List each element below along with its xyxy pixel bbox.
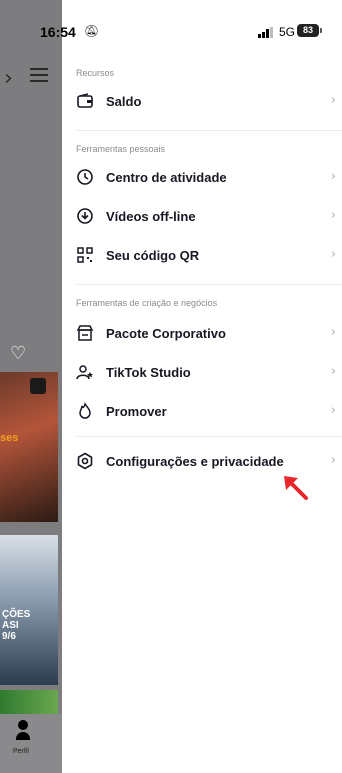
tab-profile[interactable]: Perfil bbox=[0, 714, 62, 773]
section-title-ferramentas-criacao: Ferramentas de criação e negócios bbox=[76, 298, 218, 308]
network-type: 5G bbox=[279, 25, 296, 39]
menu-item-tiktok-studio[interactable]: TikTok Studio › bbox=[62, 355, 342, 391]
menu-item-label: Promover bbox=[106, 404, 167, 419]
menu-item-saldo[interactable]: Saldo › bbox=[62, 84, 342, 120]
battery-icon: 83 bbox=[297, 24, 319, 37]
menu-item-label: Saldo bbox=[106, 94, 142, 109]
video-thumbnail[interactable]: ÇÕES ASI 9/6 bbox=[0, 535, 58, 685]
menu-item-videos-off-line[interactable]: Vídeos off-line › bbox=[62, 199, 342, 235]
menu-item-label: Configurações e privacidade bbox=[106, 454, 284, 469]
section-title-recursos: Recursos bbox=[76, 68, 115, 78]
chevron-right-icon: › bbox=[330, 93, 336, 108]
annotation-arrow-icon bbox=[284, 476, 308, 500]
menu-item-label: TikTok Studio bbox=[106, 365, 191, 380]
flame-icon bbox=[79, 402, 91, 419]
shopping-bag-icon bbox=[30, 378, 46, 394]
menu-item-centro-de-atividade[interactable]: Centro de atividade › bbox=[62, 160, 342, 196]
menu-item-label: Vídeos off-line bbox=[106, 209, 196, 224]
download-icon bbox=[77, 208, 93, 224]
chevron-right-icon: › bbox=[330, 403, 336, 418]
divider bbox=[76, 130, 342, 131]
menu-item-label: Pacote Corporativo bbox=[106, 326, 226, 341]
qr-code-icon bbox=[77, 247, 93, 263]
person-star-icon bbox=[76, 365, 93, 380]
menu-item-pacote-corporativo[interactable]: Pacote Corporativo › bbox=[62, 316, 342, 352]
chevron-right-icon: › bbox=[330, 208, 336, 223]
chevron-right-icon: › bbox=[330, 453, 336, 468]
section-title-ferramentas-pessoais: Ferramentas pessoais bbox=[76, 144, 166, 154]
status-time: 16:54 bbox=[40, 24, 76, 40]
silent-icon: 🔕︎ bbox=[84, 24, 100, 38]
menu-icon[interactable] bbox=[30, 68, 48, 82]
chevron-right-icon: › bbox=[330, 325, 336, 340]
chevron-right-icon: › bbox=[330, 247, 336, 262]
video-thumbnail[interactable] bbox=[0, 690, 58, 714]
background-content: › ♡ ses ÇÕES ASI 9/6 Perfil bbox=[0, 0, 62, 773]
video-thumbnail[interactable]: ses bbox=[0, 372, 58, 522]
thumbnail-text: ÇÕES ASI 9/6 bbox=[2, 609, 31, 642]
battery-tip bbox=[320, 28, 322, 33]
menu-item-label: Seu código QR bbox=[106, 248, 200, 263]
divider bbox=[76, 436, 342, 437]
thumbnail-text: ses bbox=[0, 432, 19, 444]
menu-item-promover[interactable]: Promover › bbox=[62, 394, 342, 430]
chevron-right-icon: › bbox=[330, 169, 336, 184]
profile-icon bbox=[16, 720, 30, 744]
menu-item-seu-codigo-qr[interactable]: Seu código QR › bbox=[62, 238, 342, 274]
clock-icon bbox=[77, 169, 93, 185]
settings-icon bbox=[77, 452, 93, 470]
heart-icon: ♡ bbox=[10, 343, 27, 364]
wallet-icon bbox=[77, 93, 93, 108]
signal-icon bbox=[258, 27, 274, 38]
storefront-icon bbox=[76, 325, 94, 341]
side-drawer-menu: Recursos Saldo › Ferramentas pessoais Ce… bbox=[62, 50, 342, 773]
status-bar: 16:54 🔕︎ 5G 83 bbox=[0, 0, 342, 50]
divider bbox=[76, 284, 342, 285]
menu-item-label: Centro de atividade bbox=[106, 170, 227, 185]
chevron-right-icon: › bbox=[330, 364, 336, 379]
tab-profile-label: Perfil bbox=[13, 748, 29, 755]
chevron-right-icon: › bbox=[4, 66, 13, 91]
